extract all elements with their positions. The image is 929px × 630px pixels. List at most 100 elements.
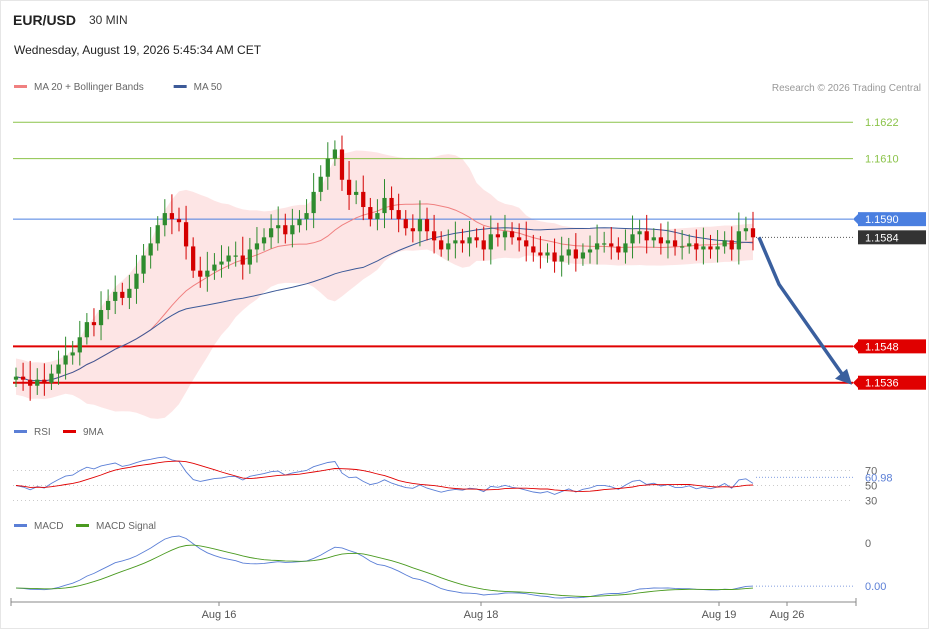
candle-body-bear bbox=[531, 246, 536, 253]
candle-body-bull bbox=[687, 243, 692, 247]
candle-body-bull bbox=[311, 191, 316, 214]
candle-body-bear bbox=[191, 246, 196, 271]
candle-body-bear bbox=[389, 197, 394, 211]
macd-signal-legend-label: MACD Signal bbox=[96, 521, 156, 532]
candle-body-bull bbox=[56, 364, 61, 374]
rsi-panel: 70503060.98RSI 9MA bbox=[13, 427, 893, 508]
candle-body-bull bbox=[623, 243, 628, 253]
candle-body-bull bbox=[304, 213, 309, 220]
candle-body-bull bbox=[502, 231, 508, 238]
candle-body-bull bbox=[212, 264, 217, 271]
candle-body-bear bbox=[439, 240, 444, 250]
candle-body-bull bbox=[325, 158, 330, 177]
time-label-2: Aug 19 bbox=[702, 609, 737, 621]
price-label-notch-1.1548 bbox=[853, 341, 858, 352]
candle-body-bear bbox=[361, 191, 366, 208]
candle-body-bear bbox=[750, 228, 756, 238]
chart-panel: EUR/USD 30 MIN Wednesday, August 19, 202… bbox=[0, 0, 929, 629]
candle-body-bull bbox=[722, 240, 727, 247]
candle-body-bear bbox=[368, 207, 373, 220]
candle-body-bull bbox=[354, 191, 359, 195]
candle-body-bull bbox=[332, 149, 338, 159]
price-legend: MA 20 + Bollinger Bands MA 50 bbox=[14, 82, 222, 93]
candle-body-bear bbox=[396, 210, 401, 220]
candle-body-bear bbox=[183, 222, 189, 247]
candle-body-bull bbox=[680, 246, 685, 248]
forecast-arrow-line bbox=[757, 236, 846, 378]
candle-body-bull bbox=[205, 270, 210, 277]
candle-body-bull bbox=[446, 243, 451, 250]
candle-body-bull bbox=[84, 322, 89, 338]
macd-line bbox=[15, 535, 754, 599]
candle-body-bear bbox=[552, 252, 557, 262]
candle-body-bear bbox=[431, 231, 437, 241]
candle-body-bull bbox=[35, 379, 40, 386]
candle-body-bull bbox=[566, 249, 571, 256]
candle-body-bull bbox=[127, 288, 132, 298]
candle-body-bear bbox=[240, 255, 245, 265]
macd-legend-swatch bbox=[14, 524, 27, 527]
candle-body-bear bbox=[495, 234, 501, 238]
candle-body-bull bbox=[70, 352, 75, 356]
macd-legend-label: MACD bbox=[34, 521, 63, 532]
candle-body-bear bbox=[524, 240, 529, 247]
candle-body-bull bbox=[467, 237, 472, 244]
rsi-legend-swatch bbox=[14, 430, 27, 433]
candle-body-bull bbox=[580, 252, 586, 259]
candle-body-bull bbox=[247, 249, 252, 265]
candle-body-bull bbox=[651, 237, 656, 241]
candle-body-bear bbox=[644, 231, 649, 241]
candle-body-bull bbox=[226, 255, 231, 262]
price-chart[interactable]: 1.1622 1.1610 1.1590 1.1584 1.1548 1.1536 MA … bbox=[1, 1, 929, 630]
candle-body-bull bbox=[602, 243, 607, 245]
rsi-tick-30: 30 bbox=[865, 496, 877, 508]
candle-body-bull bbox=[113, 291, 118, 301]
candle-body-bear bbox=[28, 379, 33, 386]
rsi-legend-label: RSI bbox=[34, 427, 51, 438]
candle-body-bull bbox=[594, 243, 600, 250]
candle-body-bull bbox=[736, 231, 741, 250]
candle-body-bear bbox=[729, 240, 734, 250]
candle-body-bull bbox=[77, 337, 82, 353]
candle-body-bear bbox=[424, 219, 430, 232]
candle-body-bull bbox=[559, 255, 564, 262]
candle-body-bull bbox=[63, 355, 68, 365]
candle-body-bull bbox=[13, 376, 19, 380]
legend-label-1: MA 50 bbox=[194, 82, 223, 93]
candle-body-bull bbox=[375, 213, 380, 220]
candle-body-bull bbox=[453, 240, 458, 244]
candle-body-bull bbox=[417, 219, 423, 232]
candle-body-bull bbox=[701, 246, 706, 250]
candle-body-bull bbox=[254, 243, 260, 250]
candle-body-bear bbox=[538, 252, 543, 256]
candle-body-bull bbox=[276, 225, 281, 229]
macd-value-label: 0.00 bbox=[865, 581, 886, 593]
price-label-1.1622: 1.1622 bbox=[865, 117, 899, 129]
candle-body-bear bbox=[460, 240, 465, 244]
candle-body-bull bbox=[382, 197, 387, 214]
candle-body-bear bbox=[169, 213, 175, 220]
rsi-ma-legend-label: 9MA bbox=[83, 427, 104, 438]
candle-body-bear bbox=[410, 228, 415, 232]
candle-body-bull bbox=[233, 255, 238, 257]
rsi-ma-legend-swatch bbox=[63, 430, 76, 433]
price-label-1.1536: 1.1536 bbox=[865, 378, 899, 390]
macd-tick-0: 0 bbox=[865, 538, 871, 550]
time-label-1: Aug 18 bbox=[464, 609, 499, 621]
candle-body-bull bbox=[148, 243, 153, 256]
candle-body-bull bbox=[290, 225, 295, 235]
candle-body-bear bbox=[283, 225, 288, 235]
candle-body-bull bbox=[630, 234, 635, 244]
candle-body-bull bbox=[715, 246, 720, 250]
candle-body-bull bbox=[297, 219, 302, 226]
rsi-value-label: 60.98 bbox=[865, 472, 893, 484]
legend-swatch-1 bbox=[173, 85, 187, 88]
price-label-1.1610: 1.1610 bbox=[865, 154, 899, 166]
candle-body-bear bbox=[509, 231, 515, 238]
time-axis: Aug 16 Aug 18 Aug 19 Aug 26 bbox=[10, 598, 857, 621]
time-label-3: Aug 26 bbox=[770, 609, 805, 621]
macd-signal-legend-swatch bbox=[76, 524, 89, 527]
candle-body-bear bbox=[708, 246, 713, 250]
legend-label-0: MA 20 + Bollinger Bands bbox=[34, 82, 144, 93]
candle-body-bull bbox=[488, 234, 493, 250]
